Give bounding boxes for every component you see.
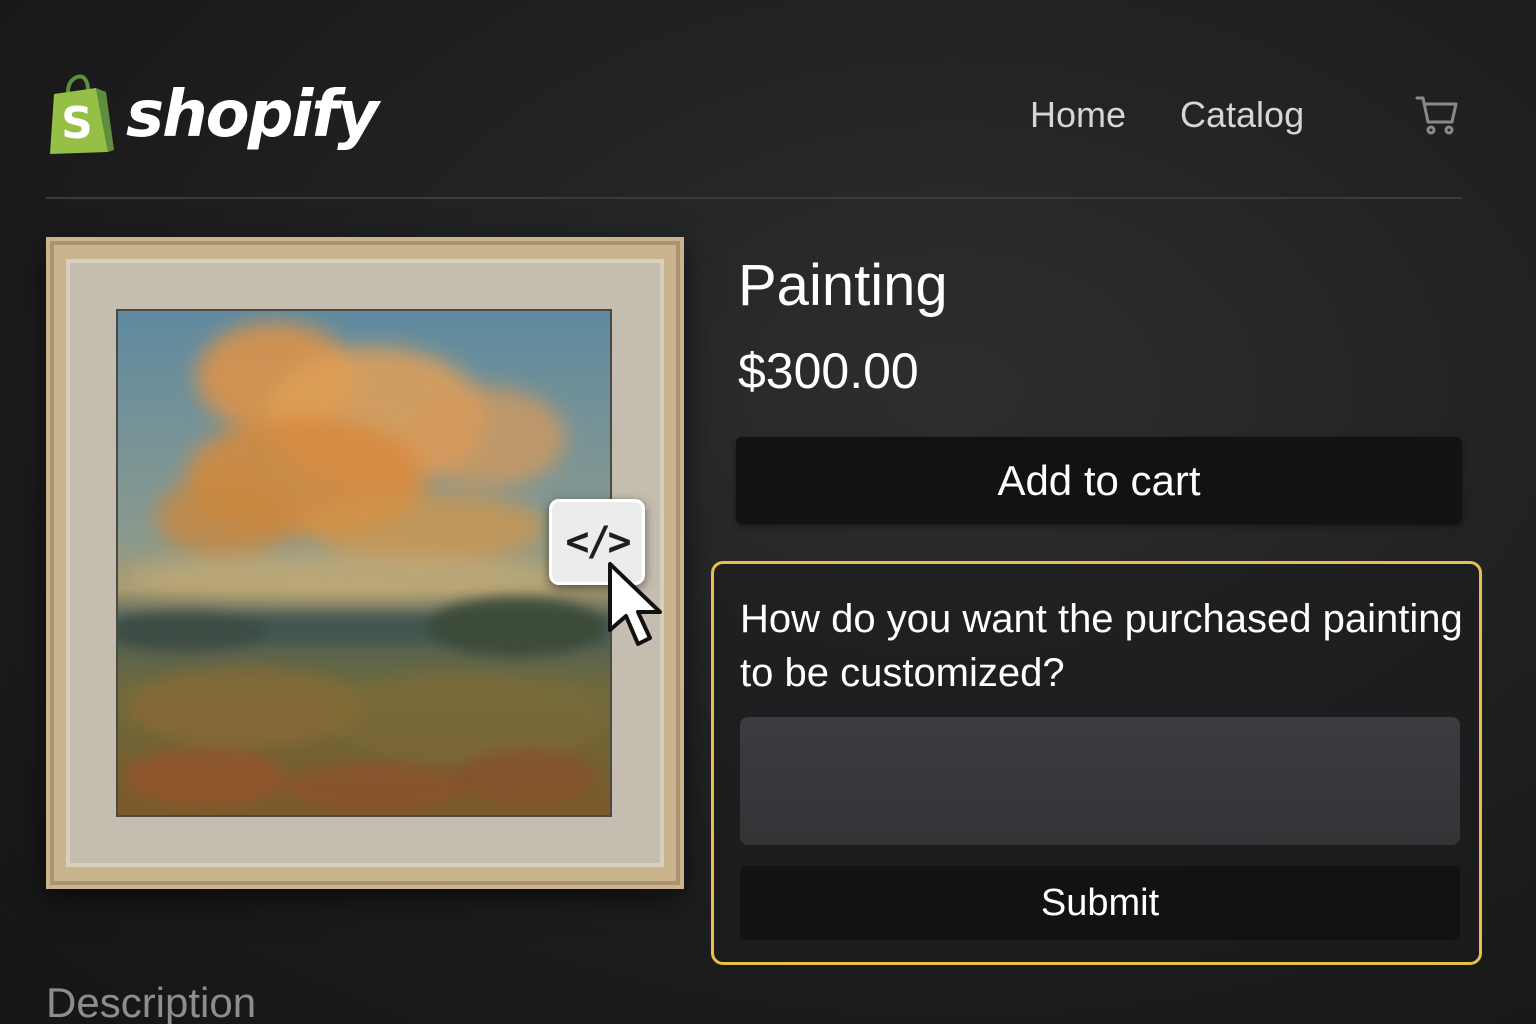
nav-catalog-link[interactable]: Catalog	[1180, 94, 1304, 136]
product-page: S shopify Home Catalog </> Painting $300…	[0, 0, 1536, 1024]
submit-button[interactable]: Submit	[740, 866, 1460, 940]
add-to-cart-button[interactable]: Add to cart	[736, 437, 1462, 524]
cart-icon[interactable]	[1414, 92, 1458, 136]
customization-question: How do you want the purchased painting t…	[740, 597, 1463, 695]
mouse-pointer-icon	[608, 562, 662, 646]
header-divider	[46, 197, 1462, 199]
customization-input[interactable]	[740, 717, 1460, 845]
brand-wordmark: shopify	[126, 78, 379, 152]
shopify-bag-icon: S	[50, 74, 114, 154]
product-title: Painting	[738, 253, 948, 318]
nav-home-link[interactable]: Home	[1030, 94, 1126, 136]
brand-logo[interactable]: S shopify	[46, 74, 379, 156]
customization-form: How do you want the purchased painting t…	[711, 561, 1482, 965]
description-heading: Description	[46, 979, 257, 1024]
svg-text:S: S	[61, 98, 93, 149]
product-price: $300.00	[738, 343, 919, 399]
